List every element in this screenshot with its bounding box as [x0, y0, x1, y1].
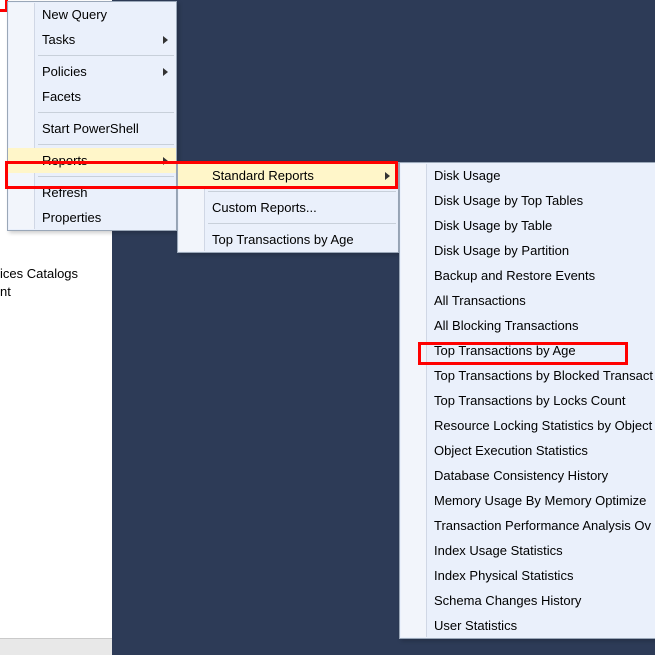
- menu-label: Policies: [42, 64, 87, 79]
- menu-item-report-13[interactable]: Memory Usage By Memory Optimize: [400, 488, 655, 513]
- menu-item-custom-reports[interactable]: Custom Reports...: [178, 195, 398, 220]
- menu-item-standard-reports[interactable]: Standard Reports: [178, 163, 398, 188]
- menu-item-refresh[interactable]: Refresh: [8, 180, 176, 205]
- menu-label: Transaction Performance Analysis Ov: [434, 518, 651, 533]
- menu-item-report-14[interactable]: Transaction Performance Analysis Ov: [400, 513, 655, 538]
- menu-item-report-17[interactable]: Schema Changes History: [400, 588, 655, 613]
- menu-label: Resource Locking Statistics by Object: [434, 418, 652, 433]
- object-context-menu: New Query Tasks Policies Facets Start Po…: [7, 1, 177, 231]
- menu-separator: [208, 223, 396, 224]
- menu-item-tasks[interactable]: Tasks: [8, 27, 176, 52]
- menu-item-start-powershell[interactable]: Start PowerShell: [8, 116, 176, 141]
- menu-separator: [38, 112, 174, 113]
- menu-label: Standard Reports: [212, 168, 314, 183]
- menu-item-top-transactions-by-age[interactable]: Top Transactions by Age: [178, 227, 398, 252]
- menu-label: Top Transactions by Blocked Transact: [434, 368, 653, 383]
- bg-text-1: ices Catalogs: [0, 266, 78, 281]
- menu-label: Reports: [42, 153, 88, 168]
- menu-item-report-16[interactable]: Index Physical Statistics: [400, 563, 655, 588]
- menu-separator: [38, 55, 174, 56]
- menu-separator: [208, 191, 396, 192]
- menu-label: New Query: [42, 7, 107, 22]
- menu-label: Disk Usage by Top Tables: [434, 193, 583, 208]
- menu-item-facets[interactable]: Facets: [8, 84, 176, 109]
- menu-separator: [38, 144, 174, 145]
- menu-label: Custom Reports...: [212, 200, 317, 215]
- menu-item-report-6[interactable]: All Blocking Transactions: [400, 313, 655, 338]
- menu-label: Top Transactions by Age: [434, 343, 576, 358]
- menu-label: Top Transactions by Age: [212, 232, 354, 247]
- menu-item-report-7[interactable]: Top Transactions by Age: [400, 338, 655, 363]
- menu-label: Backup and Restore Events: [434, 268, 595, 283]
- standard-reports-submenu: Disk Usage Disk Usage by Top Tables Disk U…: [399, 162, 655, 639]
- menu-item-report-9[interactable]: Top Transactions by Locks Count: [400, 388, 655, 413]
- menu-label: Memory Usage By Memory Optimize: [434, 493, 646, 508]
- menu-label: Disk Usage by Table: [434, 218, 552, 233]
- menu-label: All Blocking Transactions: [434, 318, 579, 333]
- chevron-right-icon: [385, 172, 390, 180]
- menu-item-policies[interactable]: Policies: [8, 59, 176, 84]
- menu-item-report-4[interactable]: Backup and Restore Events: [400, 263, 655, 288]
- bg-text-2: nt: [0, 284, 11, 299]
- menu-item-report-11[interactable]: Object Execution Statistics: [400, 438, 655, 463]
- menu-label: Database Consistency History: [434, 468, 608, 483]
- menu-label: Top Transactions by Locks Count: [434, 393, 626, 408]
- menu-label: Schema Changes History: [434, 593, 581, 608]
- chevron-right-icon: [163, 36, 168, 44]
- chevron-right-icon: [163, 68, 168, 76]
- menu-label: Properties: [42, 210, 101, 225]
- menu-separator: [38, 176, 174, 177]
- menu-label: Start PowerShell: [42, 121, 139, 136]
- menu-item-report-15[interactable]: Index Usage Statistics: [400, 538, 655, 563]
- menu-label: User Statistics: [434, 618, 517, 633]
- reports-submenu: Standard Reports Custom Reports... Top T…: [177, 162, 399, 253]
- horizontal-scrollbar[interactable]: [0, 638, 112, 655]
- menu-item-report-10[interactable]: Resource Locking Statistics by Object: [400, 413, 655, 438]
- menu-item-report-3[interactable]: Disk Usage by Partition: [400, 238, 655, 263]
- menu-label: Disk Usage by Partition: [434, 243, 569, 258]
- menu-item-report-8[interactable]: Top Transactions by Blocked Transact: [400, 363, 655, 388]
- menu-item-report-2[interactable]: Disk Usage by Table: [400, 213, 655, 238]
- menu-item-report-5[interactable]: All Transactions: [400, 288, 655, 313]
- menu-label: All Transactions: [434, 293, 526, 308]
- menu-item-new-query[interactable]: New Query: [8, 2, 176, 27]
- menu-label: Index Physical Statistics: [434, 568, 573, 583]
- menu-label: Object Execution Statistics: [434, 443, 588, 458]
- menu-label: Tasks: [42, 32, 75, 47]
- chevron-right-icon: [163, 157, 168, 165]
- menu-item-report-0[interactable]: Disk Usage: [400, 163, 655, 188]
- menu-item-properties[interactable]: Properties: [8, 205, 176, 230]
- menu-item-report-18[interactable]: User Statistics: [400, 613, 655, 638]
- menu-item-reports[interactable]: Reports: [8, 148, 176, 173]
- menu-label: Index Usage Statistics: [434, 543, 563, 558]
- menu-label: Refresh: [42, 185, 88, 200]
- menu-label: Facets: [42, 89, 81, 104]
- menu-item-report-1[interactable]: Disk Usage by Top Tables: [400, 188, 655, 213]
- menu-item-report-12[interactable]: Database Consistency History: [400, 463, 655, 488]
- menu-label: Disk Usage: [434, 168, 500, 183]
